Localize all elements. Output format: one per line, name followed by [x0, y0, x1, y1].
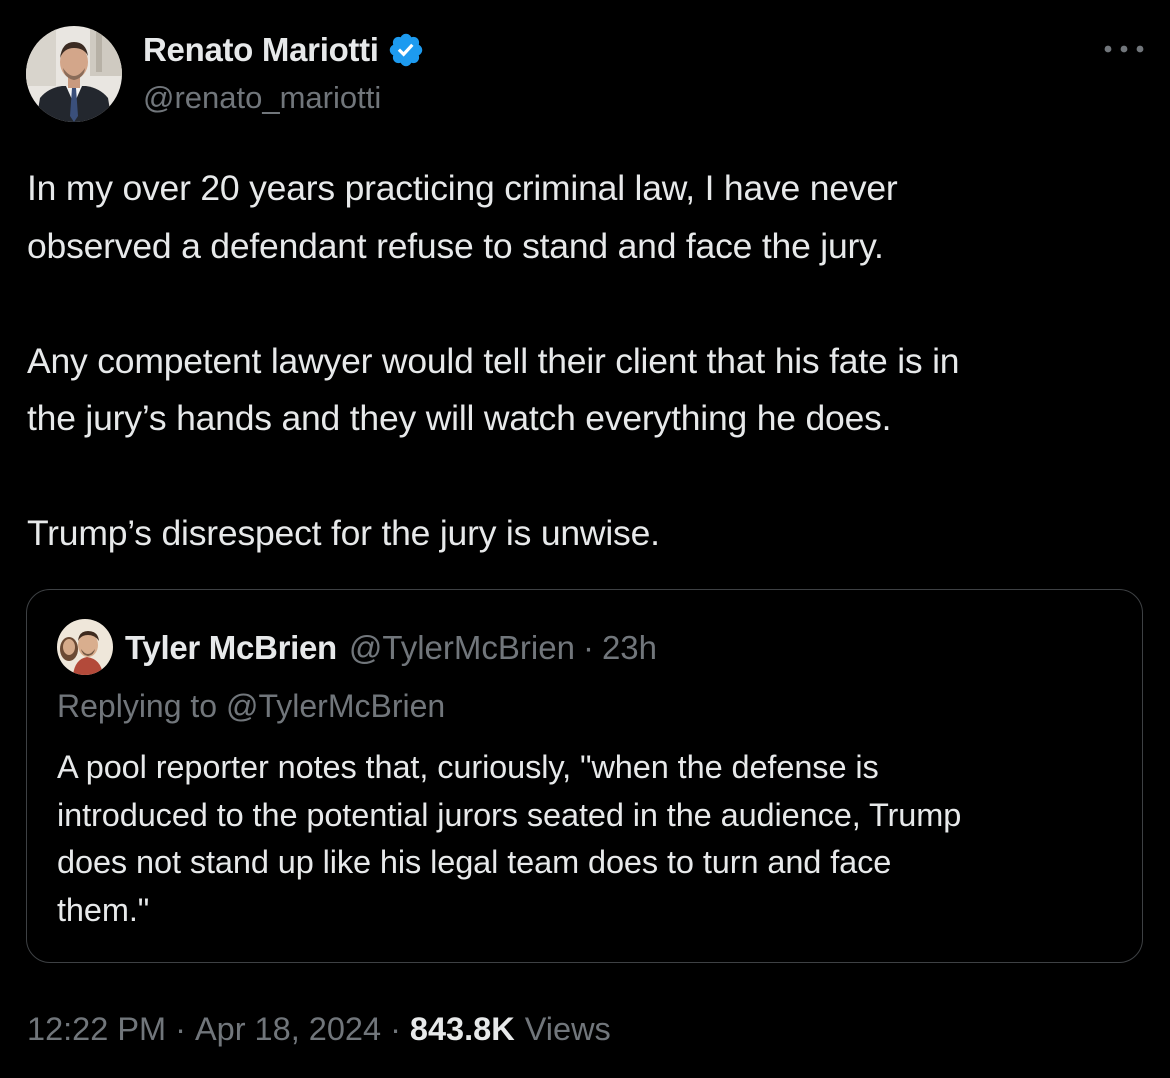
quoted-author-name[interactable]: Tyler McBrien	[125, 629, 337, 667]
quoted-tweet-body: A pool reporter notes that, curiously, "…	[57, 749, 962, 928]
quoted-author-avatar[interactable]	[57, 619, 113, 675]
separator-dot: ·	[175, 1010, 186, 1047]
more-horizontal-icon[interactable]	[1102, 38, 1146, 60]
author-handle[interactable]: @renato_mariotti	[143, 80, 381, 116]
tweet: Renato Mariotti @renato_mariotti In my o…	[0, 0, 1170, 1078]
replying-to: Replying to @TylerMcBrien	[57, 688, 446, 724]
quoted-tweet-time[interactable]: 23h	[602, 629, 657, 667]
author-name-row: Renato Mariotti	[143, 30, 425, 70]
tweet-text: In my over 20 years practicing criminal …	[27, 160, 1152, 563]
separator-dot: ·	[582, 629, 594, 666]
author-name[interactable]: Renato Mariotti	[143, 31, 379, 69]
tweet-time[interactable]: 12:22 PM	[27, 1011, 166, 1048]
quoted-tweet-header: Tyler McBrien @TylerMcBrien · 23h	[125, 626, 657, 670]
quoted-tweet-card[interactable]: Tyler McBrien @TylerMcBrien · 23h Replyi…	[26, 589, 1143, 963]
separator-dot: ·	[390, 1010, 401, 1047]
tweet-meta: 12:22 PM · Apr 18, 2024 · 843.8K Views	[27, 1006, 611, 1052]
author-avatar[interactable]	[26, 26, 122, 122]
person-avatar-icon	[57, 619, 113, 675]
quoted-author-handle[interactable]: @TylerMcBrien	[349, 629, 575, 667]
views-label: Views	[524, 1010, 611, 1047]
tweet-paragraph: Any competent lawyer would tell their cl…	[27, 340, 960, 439]
tweet-paragraph: Trump’s disrespect for the jury is unwis…	[27, 513, 660, 553]
views-count[interactable]: 843.8K	[410, 1011, 515, 1048]
quoted-tweet-text: A pool reporter notes that, curiously, "…	[57, 744, 1127, 934]
person-avatar-icon	[26, 26, 122, 122]
tweet-date[interactable]: Apr 18, 2024	[195, 1011, 381, 1048]
tweet-paragraph: In my over 20 years practicing criminal …	[27, 168, 898, 266]
verified-badge-icon	[389, 33, 422, 67]
